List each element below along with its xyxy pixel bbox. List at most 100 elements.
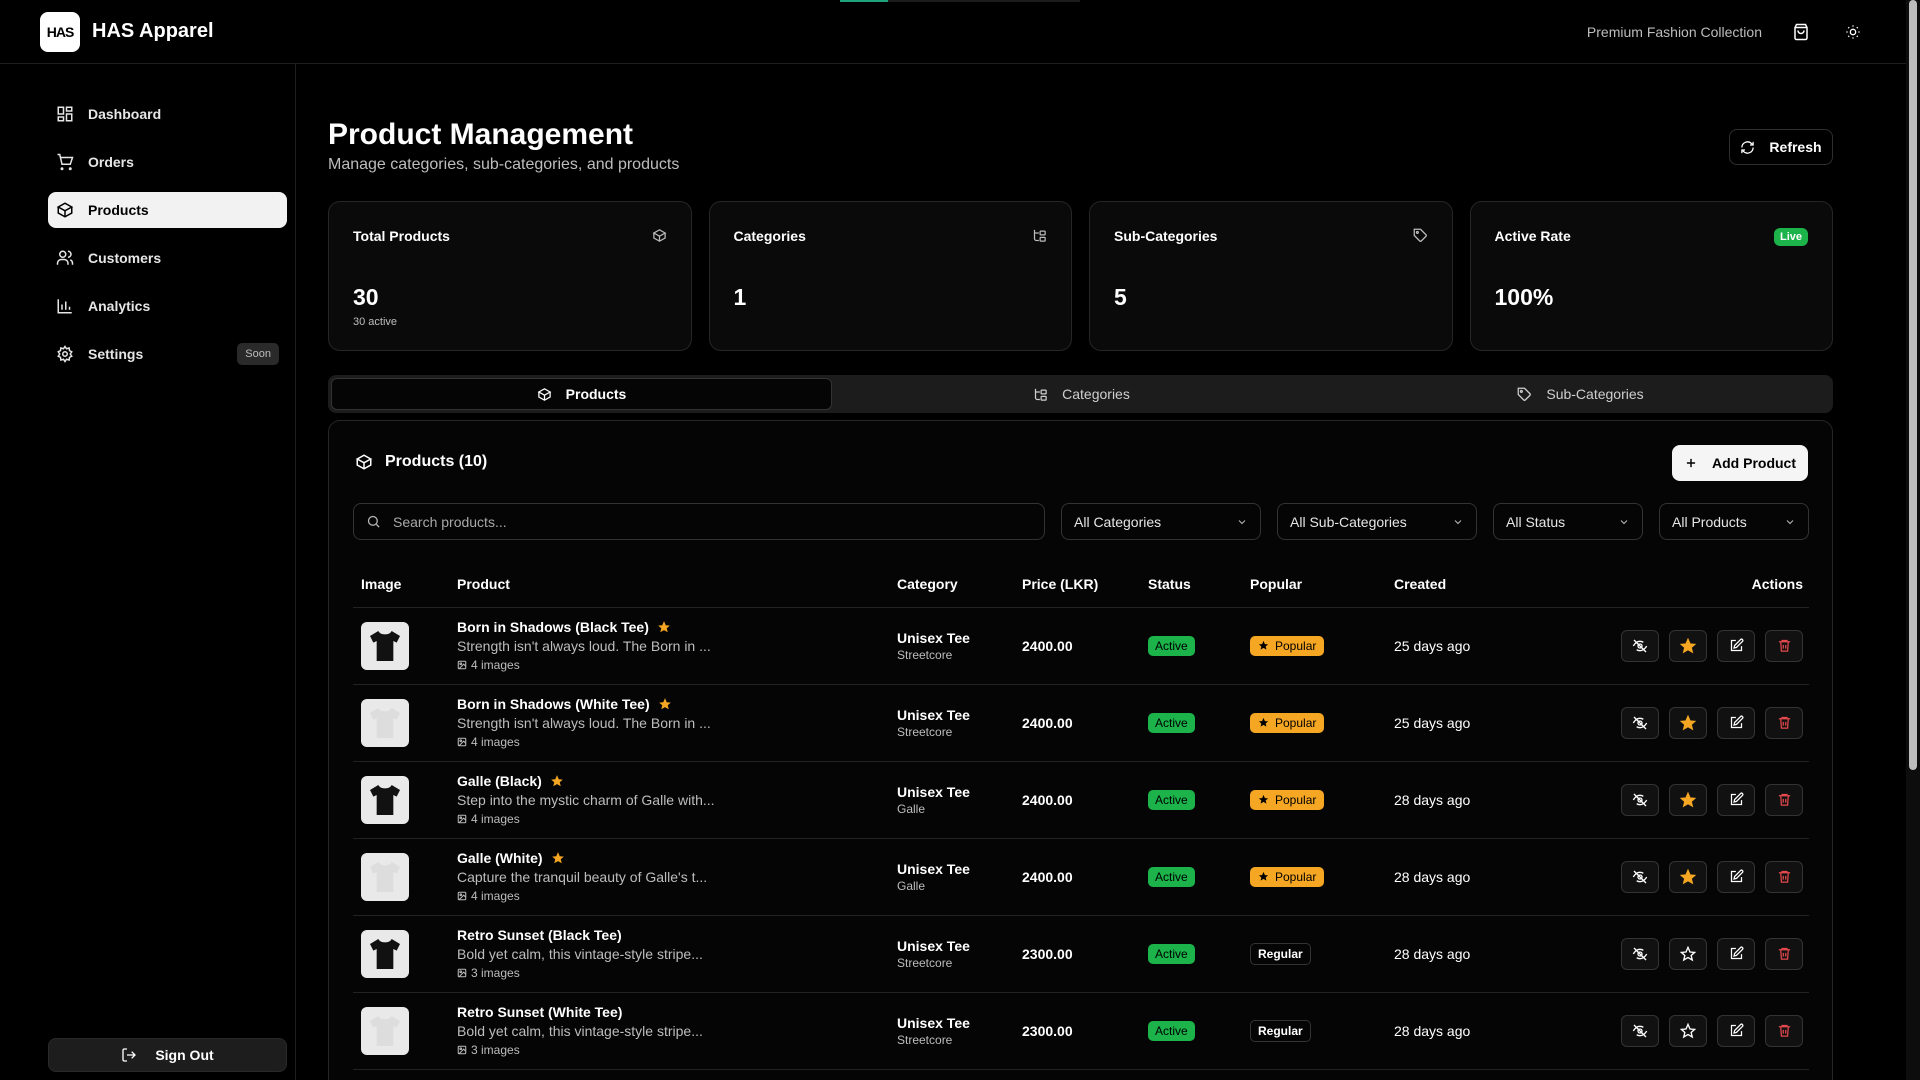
sub-category-filter-select[interactable]: All Sub-Categories (1277, 503, 1477, 540)
edit-button[interactable] (1717, 860, 1755, 893)
toggle-popular-button[interactable] (1669, 706, 1707, 739)
stat-card-active-rate: Active Rate Live 100% (1469, 201, 1833, 351)
stat-value: 30 (353, 284, 379, 310)
image-count: 3 images (457, 966, 889, 980)
hide-button[interactable] (1621, 783, 1659, 816)
status-badge: Active (1148, 789, 1195, 810)
sign-out-label: Sign Out (155, 1047, 214, 1063)
refresh-label: Refresh (1769, 139, 1822, 155)
edit-button[interactable] (1717, 629, 1755, 662)
sidebar-item-orders[interactable]: Orders (48, 144, 287, 180)
sign-out-button[interactable]: Sign Out (48, 1038, 287, 1072)
tagline: Premium Fashion Collection (1586, 24, 1762, 40)
header-product: Product (449, 561, 889, 608)
brand[interactable]: HAS HAS Apparel (40, 11, 214, 52)
tree-icon (1035, 388, 1047, 401)
sidebar-item-settings[interactable]: Settings Soon (48, 336, 287, 372)
toggle-popular-button[interactable] (1669, 629, 1707, 662)
created-date: 28 days ago (1394, 945, 1471, 962)
hide-button[interactable] (1621, 937, 1659, 970)
page-subtitle: Manage categories, sub-categories, and p… (328, 156, 680, 173)
popular-badge: Popular (1250, 712, 1325, 733)
eye-off-icon (1632, 947, 1648, 960)
sidebar-nav: Dashboard Orders Products Customers Anal… (48, 96, 287, 384)
category-filter-select[interactable]: All Categories (1061, 503, 1261, 540)
delete-button[interactable] (1765, 706, 1803, 739)
sub-category-name: Galle (897, 801, 926, 816)
trash-icon (1778, 947, 1790, 960)
plus-icon (1686, 458, 1696, 468)
delete-button[interactable] (1765, 937, 1803, 970)
search-input[interactable]: Search products... (353, 503, 1045, 540)
category-name: Unisex Tee (897, 706, 970, 723)
tshirt-icon (370, 938, 400, 969)
price: 2300.00 (1022, 945, 1073, 962)
toggle-popular-button[interactable] (1669, 1014, 1707, 1047)
status-filter-select[interactable]: All Status (1493, 503, 1643, 540)
loading-progress (840, 0, 1080, 2)
box-icon (537, 387, 552, 401)
product-thumbnail (361, 775, 409, 824)
toggle-popular-button[interactable] (1669, 937, 1707, 970)
eye-off-icon (1632, 870, 1648, 883)
tshirt-icon (370, 784, 400, 815)
sun-icon[interactable] (1840, 19, 1866, 45)
toggle-popular-button[interactable] (1669, 860, 1707, 893)
product-thumbnail (361, 621, 409, 670)
tab-sub-categories[interactable]: Sub-Categories (1331, 378, 1830, 410)
header-category: Category (889, 561, 1014, 608)
sidebar-item-customers[interactable]: Customers (48, 240, 287, 276)
popular-star-icon (658, 621, 670, 633)
shopping-bag-icon[interactable] (1788, 19, 1814, 45)
image-count: 4 images (457, 735, 889, 749)
sidebar-item-analytics[interactable]: Analytics (48, 288, 287, 324)
edit-button[interactable] (1717, 706, 1755, 739)
tab-categories[interactable]: Categories (832, 378, 1331, 410)
delete-button[interactable] (1765, 860, 1803, 893)
app-name: HAS Apparel (92, 20, 214, 42)
edit-button[interactable] (1717, 783, 1755, 816)
sidebar-item-label: Customers (88, 250, 162, 266)
price: 2300.00 (1022, 1022, 1073, 1039)
cart-icon (57, 153, 74, 171)
stat-value: 5 (1114, 284, 1127, 310)
hide-button[interactable] (1621, 706, 1659, 739)
add-product-button[interactable]: Add Product (1672, 445, 1808, 481)
popular-badge: Popular (1250, 789, 1325, 810)
eye-off-icon (1632, 793, 1648, 806)
tab-products[interactable]: Products (331, 378, 832, 410)
toggle-popular-button[interactable] (1669, 783, 1707, 816)
sidebar-item-label: Analytics (88, 298, 151, 314)
sidebar-item-products[interactable]: Products (48, 192, 287, 228)
header-popular: Popular (1242, 561, 1386, 608)
star-icon (1680, 791, 1696, 807)
edit-button[interactable] (1717, 937, 1755, 970)
delete-button[interactable] (1765, 1014, 1803, 1047)
created-date: 25 days ago (1394, 637, 1471, 654)
scrollbar[interactable] (1906, 0, 1920, 1080)
category-name: Unisex Tee (897, 1014, 970, 1031)
price: 2400.00 (1022, 637, 1073, 654)
refresh-button[interactable]: Refresh (1729, 129, 1833, 165)
table-header: Image Product Category Price (LKR) Statu… (353, 561, 1809, 608)
sidebar-item-dashboard[interactable]: Dashboard (48, 96, 287, 132)
row-actions (1574, 937, 1809, 970)
price: 2400.00 (1022, 868, 1073, 885)
hide-button[interactable] (1621, 1014, 1659, 1047)
delete-button[interactable] (1765, 629, 1803, 662)
popular-star-icon (658, 698, 671, 710)
image-count: 4 images (457, 812, 889, 826)
hide-button[interactable] (1621, 860, 1659, 893)
image-count: 3 images (457, 1043, 889, 1057)
table-row: Galle (White) Capture the tranquil beaut… (353, 838, 1809, 916)
row-actions (1574, 629, 1809, 662)
edit-button[interactable] (1717, 1014, 1755, 1047)
box-icon (652, 228, 667, 248)
popular-badge: Popular (1250, 635, 1325, 656)
popular-star-icon (550, 775, 563, 787)
select-value: All Categories (1074, 513, 1162, 530)
row-actions (1574, 783, 1809, 816)
popular-filter-select[interactable]: All Products (1659, 503, 1809, 540)
hide-button[interactable] (1621, 629, 1659, 662)
delete-button[interactable] (1765, 783, 1803, 816)
